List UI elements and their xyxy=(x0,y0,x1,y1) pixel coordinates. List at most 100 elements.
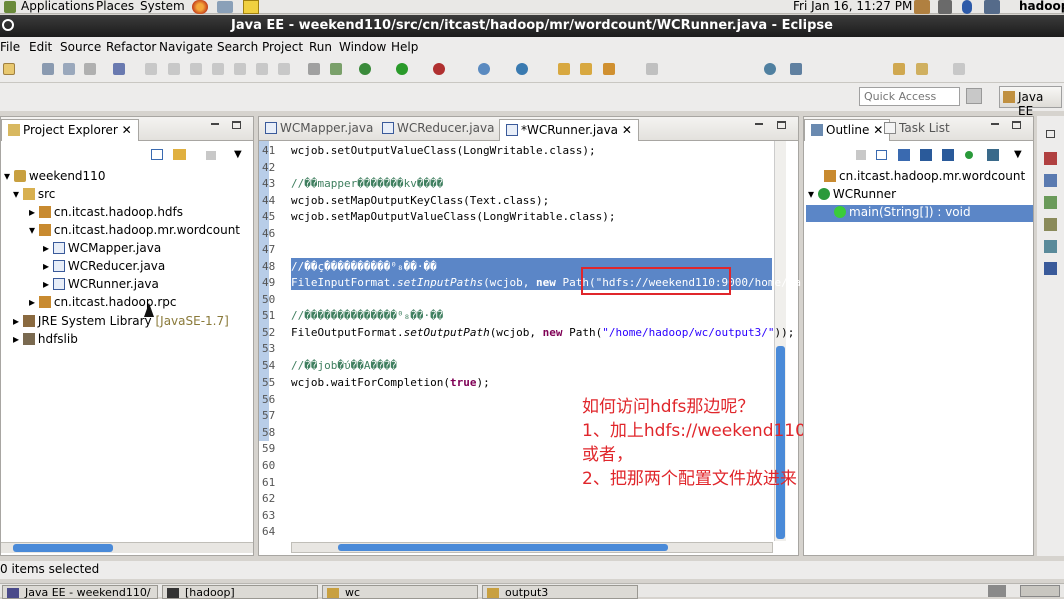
hide-local-types-icon[interactable] xyxy=(965,151,973,159)
menu-project[interactable]: Project xyxy=(262,40,303,54)
menu-source[interactable]: Source xyxy=(60,40,101,54)
quick-access-input[interactable] xyxy=(859,87,960,106)
pin-editor-icon[interactable] xyxy=(790,63,802,75)
data-source-icon[interactable] xyxy=(1044,218,1057,231)
maximize-icon[interactable] xyxy=(232,121,241,129)
step-return-icon[interactable] xyxy=(278,63,290,75)
external-tools-icon[interactable] xyxy=(433,63,445,75)
menu-file[interactable]: File xyxy=(0,40,20,54)
tree-item-package-wordcount[interactable]: ▾ cn.itcast.hadoop.mr.wordcount xyxy=(29,223,240,237)
server-icon[interactable] xyxy=(308,63,320,75)
maximize-icon[interactable] xyxy=(1012,121,1021,129)
updates-icon[interactable] xyxy=(914,0,930,14)
open-type-icon[interactable] xyxy=(558,63,570,75)
chevron-down-icon[interactable]: ▼ xyxy=(1014,149,1022,160)
new-icon[interactable] xyxy=(3,63,15,75)
window-titlebar[interactable]: Java EE - weekend110/src/cn/itcast/hadoo… xyxy=(0,15,1064,37)
workspace-pager[interactable] xyxy=(1020,585,1060,597)
notes-icon[interactable] xyxy=(243,0,259,14)
network-icon[interactable] xyxy=(984,0,1000,14)
console-icon[interactable] xyxy=(1044,262,1057,275)
markers-icon[interactable] xyxy=(1044,152,1057,165)
tab-task-list[interactable]: Task List xyxy=(884,121,950,135)
menu-navigate[interactable]: Navigate xyxy=(159,40,213,54)
tree-item-wcreducer[interactable]: ▸ WCReducer.java xyxy=(43,259,165,273)
minimize-icon[interactable] xyxy=(991,123,999,125)
run-icon[interactable] xyxy=(396,63,408,75)
outline-class[interactable]: ▾ WCRunner xyxy=(808,187,896,201)
tree-item-jre[interactable]: ▸ JRE System Library [JavaSE-1.7] xyxy=(13,314,229,328)
project-explorer-tab[interactable]: Project Explorer ✕ xyxy=(1,119,139,141)
terminate-icon[interactable] xyxy=(190,63,202,75)
deploy-icon[interactable] xyxy=(330,63,342,75)
editor-horizontal-scrollbar[interactable] xyxy=(291,542,773,553)
menu-refactor[interactable]: Refactor xyxy=(106,40,156,54)
collapse-all-icon[interactable] xyxy=(876,150,887,160)
menu-search[interactable]: Search xyxy=(217,40,258,54)
tab-outline[interactable]: Outline ✕ xyxy=(804,119,891,141)
user-menu[interactable]: hadoop xyxy=(1019,0,1064,13)
volume-icon[interactable] xyxy=(938,0,952,14)
outline-package[interactable]: cn.itcast.hadoop.mr.wordcount xyxy=(824,169,1025,183)
mail-icon[interactable] xyxy=(217,1,233,13)
step-over-icon[interactable] xyxy=(256,63,268,75)
debug-icon[interactable] xyxy=(359,63,371,75)
tree-item-src[interactable]: ▾ src xyxy=(13,187,55,201)
outline-method[interactable]: main(String[]) : void xyxy=(806,205,1033,222)
java-ee-perspective-button[interactable]: Java EE xyxy=(999,86,1062,118)
hide-fields-icon[interactable] xyxy=(856,150,866,160)
link-editor-icon[interactable] xyxy=(173,149,186,160)
open-task-icon[interactable] xyxy=(580,63,592,75)
link-editor-icon[interactable] xyxy=(987,149,999,161)
minimize-icon[interactable] xyxy=(211,123,219,125)
chevron-down-icon[interactable]: ▼ xyxy=(234,149,242,160)
save-icon[interactable] xyxy=(42,63,54,75)
scrollbar-thumb[interactable] xyxy=(338,544,668,551)
skip-breakpoints-icon[interactable] xyxy=(113,63,125,75)
new-class-icon[interactable] xyxy=(516,63,528,75)
properties-icon[interactable] xyxy=(1044,174,1057,187)
disconnect-icon[interactable] xyxy=(212,63,224,75)
restore-icon[interactable] xyxy=(1046,130,1055,138)
maximize-icon[interactable] xyxy=(777,121,786,129)
applications-menu[interactable]: Applications xyxy=(21,0,94,13)
annotation-icon[interactable] xyxy=(646,63,658,75)
sort-icon[interactable] xyxy=(898,149,910,161)
step-into-icon[interactable] xyxy=(234,63,246,75)
back-icon[interactable] xyxy=(916,63,928,75)
snippets-icon[interactable] xyxy=(1044,240,1057,253)
scrollbar-thumb[interactable] xyxy=(13,544,113,552)
tree-item-wcmapper[interactable]: ▸ WCMapper.java xyxy=(43,241,161,255)
menu-run[interactable]: Run xyxy=(309,40,332,54)
tree-item-wcrunner[interactable]: ▸ WCRunner.java xyxy=(43,277,159,291)
web-browser-icon[interactable] xyxy=(764,63,776,75)
print-icon[interactable] xyxy=(84,63,96,75)
tree-item-hdfslib[interactable]: ▸ hdfslib xyxy=(13,332,78,346)
last-edit-icon[interactable] xyxy=(893,63,905,75)
minimize-icon[interactable] xyxy=(755,123,763,125)
places-menu[interactable]: Places xyxy=(96,0,134,13)
tree-item-weekend110[interactable]: ▾ weekend110 xyxy=(4,169,105,183)
menu-window[interactable]: Window xyxy=(339,40,386,54)
tab-wcmapper[interactable]: WCMapper.java xyxy=(265,121,373,135)
scrollbar-thumb[interactable] xyxy=(776,346,785,539)
firefox-icon[interactable] xyxy=(192,0,208,14)
menu-help[interactable]: Help xyxy=(391,40,418,54)
servers-icon[interactable] xyxy=(1044,196,1057,209)
save-all-icon[interactable] xyxy=(63,63,75,75)
open-perspective-icon[interactable] xyxy=(966,88,982,104)
search-icon[interactable] xyxy=(603,63,615,75)
new-java-project-icon[interactable] xyxy=(478,63,490,75)
hide-nonpublic-icon[interactable] xyxy=(942,149,954,161)
view-menu-icon[interactable] xyxy=(206,151,216,160)
horizontal-scrollbar[interactable] xyxy=(1,542,253,553)
hide-static-icon[interactable] xyxy=(920,149,932,161)
workspace-switcher-icon[interactable] xyxy=(988,585,1006,597)
resume-icon[interactable] xyxy=(145,63,157,75)
bluetooth-icon[interactable] xyxy=(962,0,972,14)
tree-item-package-hdfs[interactable]: ▸ cn.itcast.hadoop.hdfs xyxy=(29,205,183,219)
collapse-all-icon[interactable] xyxy=(151,149,163,160)
menu-edit[interactable]: Edit xyxy=(29,40,52,54)
tab-wcreducer[interactable]: WCReducer.java xyxy=(382,121,494,135)
system-menu[interactable]: System xyxy=(140,0,185,13)
